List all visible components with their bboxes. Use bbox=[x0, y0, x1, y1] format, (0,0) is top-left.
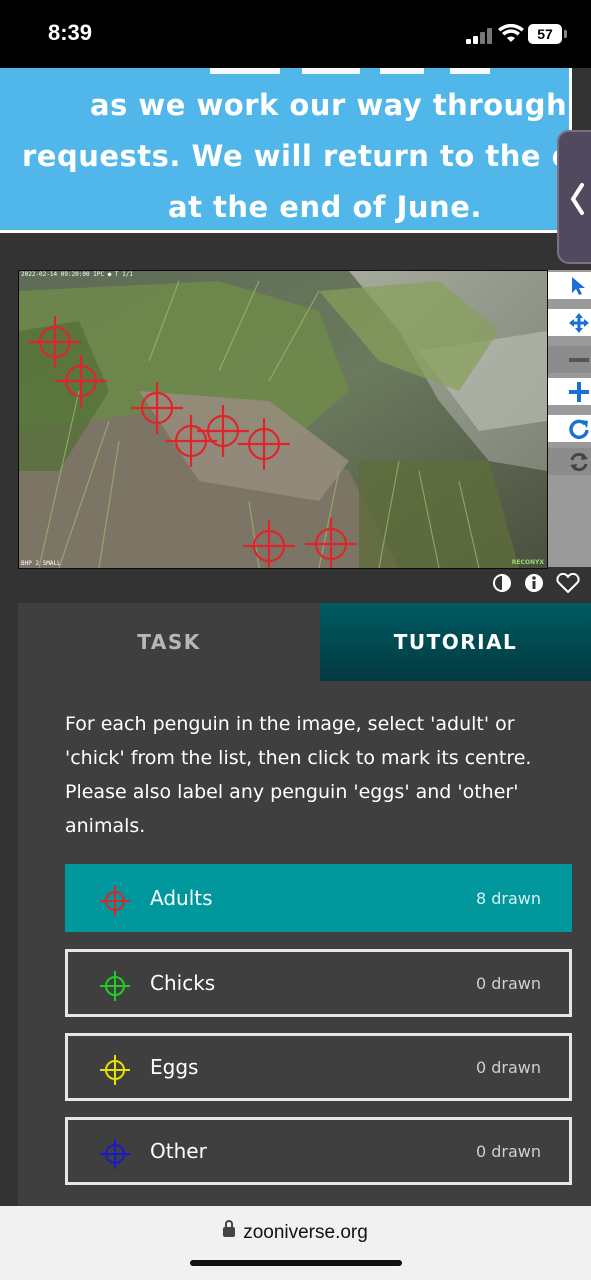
crosshair-icon bbox=[100, 1139, 130, 1169]
image-toolbar bbox=[548, 270, 591, 567]
signal-icon bbox=[466, 28, 492, 44]
zoom-in-button[interactable] bbox=[548, 378, 591, 405]
home-indicator[interactable] bbox=[190, 1260, 402, 1266]
option-count: 8 drawn bbox=[475, 888, 541, 908]
adult-marker bbox=[131, 382, 183, 434]
url-display[interactable]: zooniverse.org bbox=[0, 1220, 591, 1244]
task-tabs: TASK TUTORIAL bbox=[18, 603, 591, 681]
status-bar: 8:39 57 bbox=[0, 0, 591, 68]
move-icon bbox=[569, 313, 589, 333]
tab-task[interactable]: TASK bbox=[18, 603, 320, 681]
chevron-left-icon bbox=[570, 183, 584, 215]
option-other[interactable]: Other 0 drawn bbox=[65, 1117, 572, 1185]
crosshair-icon bbox=[100, 971, 130, 1001]
info-icon[interactable] bbox=[523, 572, 545, 598]
option-label: Chicks bbox=[150, 971, 216, 995]
option-count: 0 drawn bbox=[475, 1057, 541, 1077]
option-label: Eggs bbox=[150, 1055, 199, 1079]
adult-markers bbox=[29, 316, 357, 568]
pointer-icon bbox=[572, 277, 585, 295]
wifi-icon bbox=[498, 24, 524, 42]
subject-image[interactable]: 2022-02-14 09:20:00 IPC ● T 1/1 BHP 2 SM… bbox=[18, 270, 548, 569]
status-time: 8:39 bbox=[48, 20, 93, 45]
announcement-banner: as we work our way through requests. We … bbox=[0, 68, 591, 236]
option-eggs[interactable]: Eggs 0 drawn bbox=[65, 1033, 572, 1101]
adult-marker bbox=[238, 418, 290, 470]
task-panel: For each penguin in the image, select 'a… bbox=[18, 681, 591, 1206]
tab-tutorial[interactable]: TUTORIAL bbox=[320, 603, 591, 681]
zoom-out-icon bbox=[569, 358, 589, 362]
battery-tip bbox=[564, 30, 567, 38]
zoom-out-button[interactable] bbox=[548, 346, 591, 373]
option-count: 0 drawn bbox=[475, 973, 541, 993]
crosshair-icon bbox=[100, 886, 130, 916]
adult-marker bbox=[29, 316, 81, 368]
banner-line-2: requests. We will return to the of bbox=[22, 139, 572, 173]
reset-button[interactable] bbox=[548, 448, 591, 475]
pointer-tool-button[interactable] bbox=[548, 272, 591, 299]
option-count: 0 drawn bbox=[475, 1141, 541, 1161]
lock-icon bbox=[223, 1220, 236, 1237]
banner-line-1: as we work our way through bbox=[90, 88, 568, 122]
option-label: Adults bbox=[150, 886, 213, 910]
reset-icon bbox=[570, 452, 588, 472]
adult-marker bbox=[243, 520, 295, 568]
rotate-button[interactable] bbox=[548, 415, 591, 442]
annotation-layer bbox=[29, 316, 357, 568]
crosshair-icon bbox=[100, 1055, 130, 1085]
clipped-text-fragment bbox=[210, 68, 490, 74]
rotate-icon bbox=[569, 419, 589, 440]
task-instructions: For each penguin in the image, select 'a… bbox=[65, 713, 532, 837]
banner-line-clipped bbox=[210, 68, 569, 87]
adult-marker bbox=[305, 518, 357, 568]
option-adults[interactable]: Adults 8 drawn bbox=[65, 864, 572, 932]
favorite-heart-icon[interactable] bbox=[555, 572, 581, 598]
adult-marker bbox=[55, 355, 107, 407]
option-label: Other bbox=[150, 1139, 207, 1163]
banner-box: as we work our way through requests. We … bbox=[0, 68, 572, 233]
option-chicks[interactable]: Chicks 0 drawn bbox=[65, 949, 572, 1017]
side-drawer-tab[interactable] bbox=[557, 130, 591, 264]
zoom-in-icon bbox=[569, 382, 589, 402]
battery-indicator: 57 bbox=[528, 24, 562, 44]
move-tool-button[interactable] bbox=[548, 309, 591, 336]
banner-line-3: at the end of June. bbox=[168, 190, 482, 224]
contrast-icon[interactable] bbox=[491, 572, 513, 598]
url-text: zooniverse.org bbox=[243, 1222, 368, 1243]
browser-url-bar[interactable]: zooniverse.org bbox=[0, 1206, 591, 1280]
